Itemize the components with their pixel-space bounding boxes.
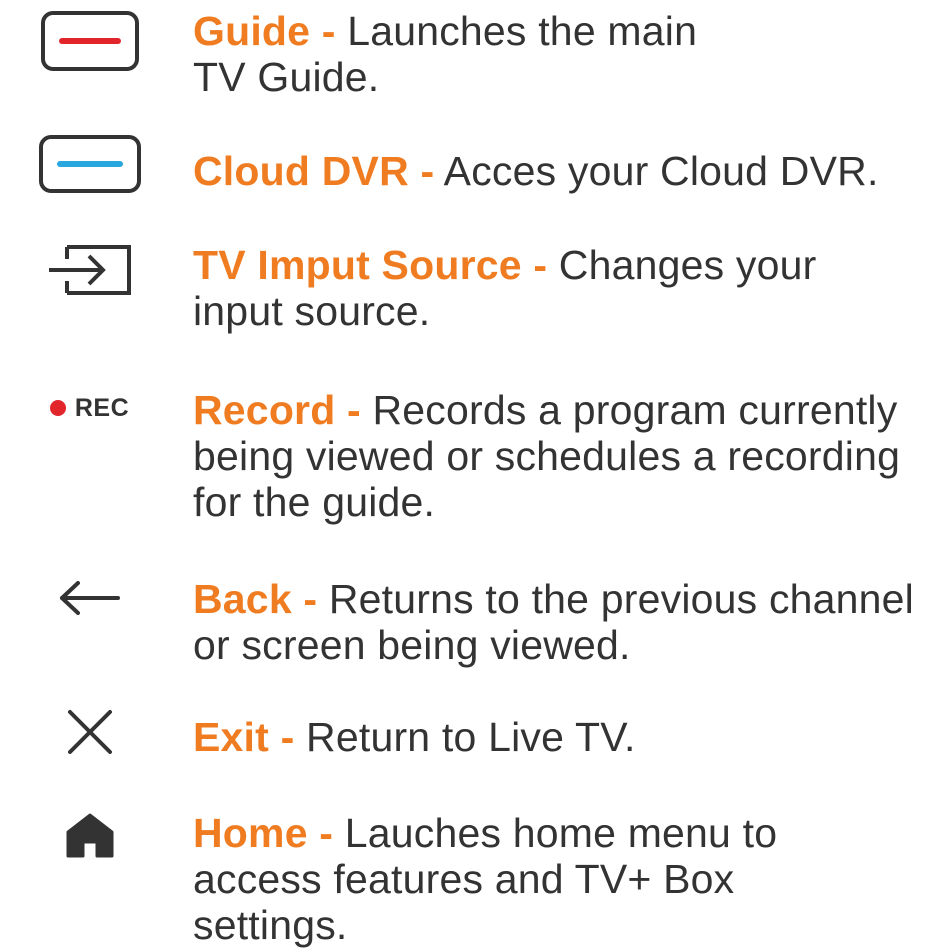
legend-term: Guide - [193,8,336,54]
legend-term: Back - [193,576,318,622]
record-dot-icon [49,400,66,416]
legend-term: TV Imput Source - [193,242,548,288]
legend-text: Exit - Return to Live TV. [193,714,926,760]
close-icon [30,704,150,760]
legend-text: Cloud DVR - Acces your Cloud DVR. [193,148,926,194]
legend-term: Cloud DVR - [193,148,435,194]
legend-term: Record - [193,387,361,433]
record-icon: REC [34,388,144,428]
home-icon [30,810,150,860]
cloud-dvr-button-icon [30,131,150,197]
legend-text: Guide - Launches the main TV Guide. [193,8,753,100]
legend-term: Exit - [193,714,295,760]
legend-text: Record - Records a program currently bei… [193,387,926,525]
legend-text: TV Imput Source - Changes your input sou… [193,242,873,334]
back-arrow-icon [30,578,150,618]
record-icon-label: REC [74,393,130,422]
legend-text: Back - Returns to the previous channel o… [193,576,926,668]
legend-description: Return to Live TV. [294,714,636,760]
input-source-icon [30,240,150,300]
legend-description: Acces your Cloud DVR. [434,148,879,194]
legend-term: Home - [193,810,334,856]
guide-button-icon [30,8,150,74]
legend-text: Home - Lauches home menu to access featu… [193,810,853,948]
